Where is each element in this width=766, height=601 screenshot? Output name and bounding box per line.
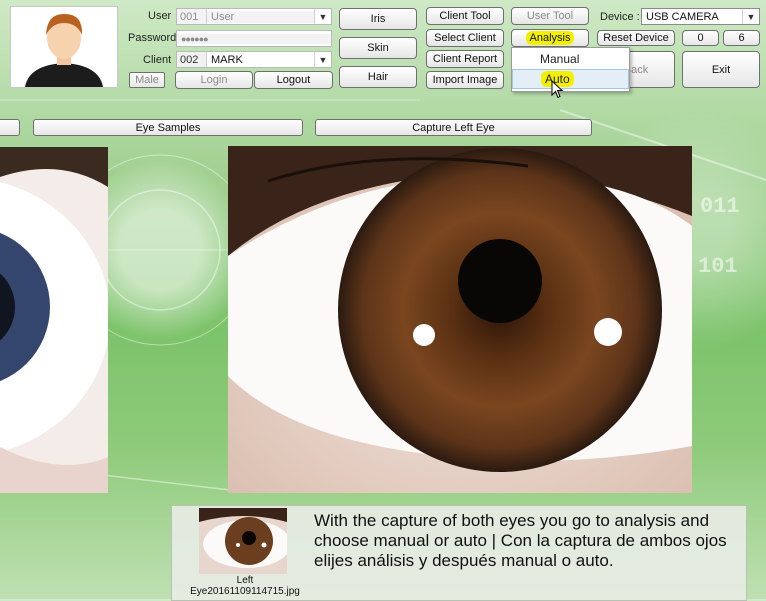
thumbnail-filename: Eye20161109114715.jpg bbox=[190, 586, 300, 597]
device-select[interactable]: USB CAMERA ▼ bbox=[641, 8, 760, 25]
analysis-option-auto[interactable]: Auto bbox=[512, 69, 629, 89]
left-eye-thumbnail[interactable] bbox=[199, 508, 287, 574]
password-field[interactable]: ●●●●●● bbox=[176, 30, 332, 47]
user-label: User bbox=[148, 10, 172, 22]
device-label: Device : bbox=[600, 11, 640, 23]
password-label: Password bbox=[128, 32, 177, 44]
analysis-button[interactable]: Analysis bbox=[511, 29, 589, 47]
client-tool-button[interactable]: Client Tool bbox=[426, 7, 504, 25]
client-label: Client bbox=[143, 54, 172, 66]
exit-button[interactable]: Exit bbox=[682, 51, 760, 88]
person-icon bbox=[11, 7, 117, 87]
hair-button[interactable]: Hair bbox=[339, 66, 417, 88]
mouse-cursor-icon bbox=[551, 80, 564, 99]
svg-text:011: 011 bbox=[700, 194, 740, 219]
counter-right[interactable]: 6 bbox=[723, 30, 760, 46]
reset-device-button[interactable]: Reset Device bbox=[597, 30, 675, 46]
user-value: User bbox=[207, 10, 314, 23]
logout-button[interactable]: Logout bbox=[254, 71, 333, 89]
counter-left[interactable]: 0 bbox=[682, 30, 719, 46]
caption-panel: Left Eye20161109114715.jpg With the capt… bbox=[171, 505, 747, 601]
iris-button[interactable]: Iris bbox=[339, 8, 417, 30]
import-image-button[interactable]: Import Image bbox=[426, 71, 504, 89]
chevron-down-icon: ▼ bbox=[742, 9, 759, 24]
client-code: 002 bbox=[177, 52, 207, 67]
gender-badge: Male bbox=[129, 72, 165, 88]
skin-button[interactable]: Skin bbox=[339, 37, 417, 59]
thumbnail-side: Left bbox=[236, 575, 254, 586]
client-report-button[interactable]: Client Report bbox=[426, 50, 504, 68]
analysis-option-manual[interactable]: Manual bbox=[512, 49, 629, 69]
right-eye-image bbox=[0, 147, 108, 493]
user-code: 001 bbox=[177, 9, 207, 24]
user-avatar bbox=[10, 6, 118, 88]
select-client-button[interactable]: Select Client bbox=[426, 29, 504, 47]
user-select[interactable]: 001 User ▼ bbox=[176, 8, 332, 25]
eye-samples-bar[interactable]: Eye Samples bbox=[33, 119, 303, 136]
device-value: USB CAMERA bbox=[646, 10, 719, 23]
client-select[interactable]: 002 MARK ▼ bbox=[176, 51, 332, 68]
analysis-label: Analysis bbox=[525, 31, 575, 45]
caption-text: With the capture of both eyes you go to … bbox=[314, 511, 727, 570]
password-value: ●●●●●● bbox=[177, 33, 331, 44]
left-eye-capture-image bbox=[228, 146, 692, 493]
chevron-down-icon: ▼ bbox=[314, 52, 331, 67]
thumbnail-label: Left Eye20161109114715.jpg bbox=[172, 575, 318, 597]
chevron-down-icon: ▼ bbox=[314, 9, 331, 24]
client-value: MARK bbox=[211, 53, 243, 66]
svg-text:101: 101 bbox=[698, 254, 738, 279]
capture-left-eye-button[interactable]: Capture Left Eye bbox=[315, 119, 592, 136]
left-scroll-bar[interactable] bbox=[0, 119, 20, 136]
thumbnail-eye-image bbox=[199, 508, 287, 574]
user-tool-button[interactable]: User Tool bbox=[511, 7, 589, 25]
analysis-option-manual-label: Manual bbox=[540, 52, 580, 66]
login-button[interactable]: Login bbox=[175, 71, 253, 89]
analysis-dropdown-menu: Manual Auto bbox=[511, 47, 630, 92]
